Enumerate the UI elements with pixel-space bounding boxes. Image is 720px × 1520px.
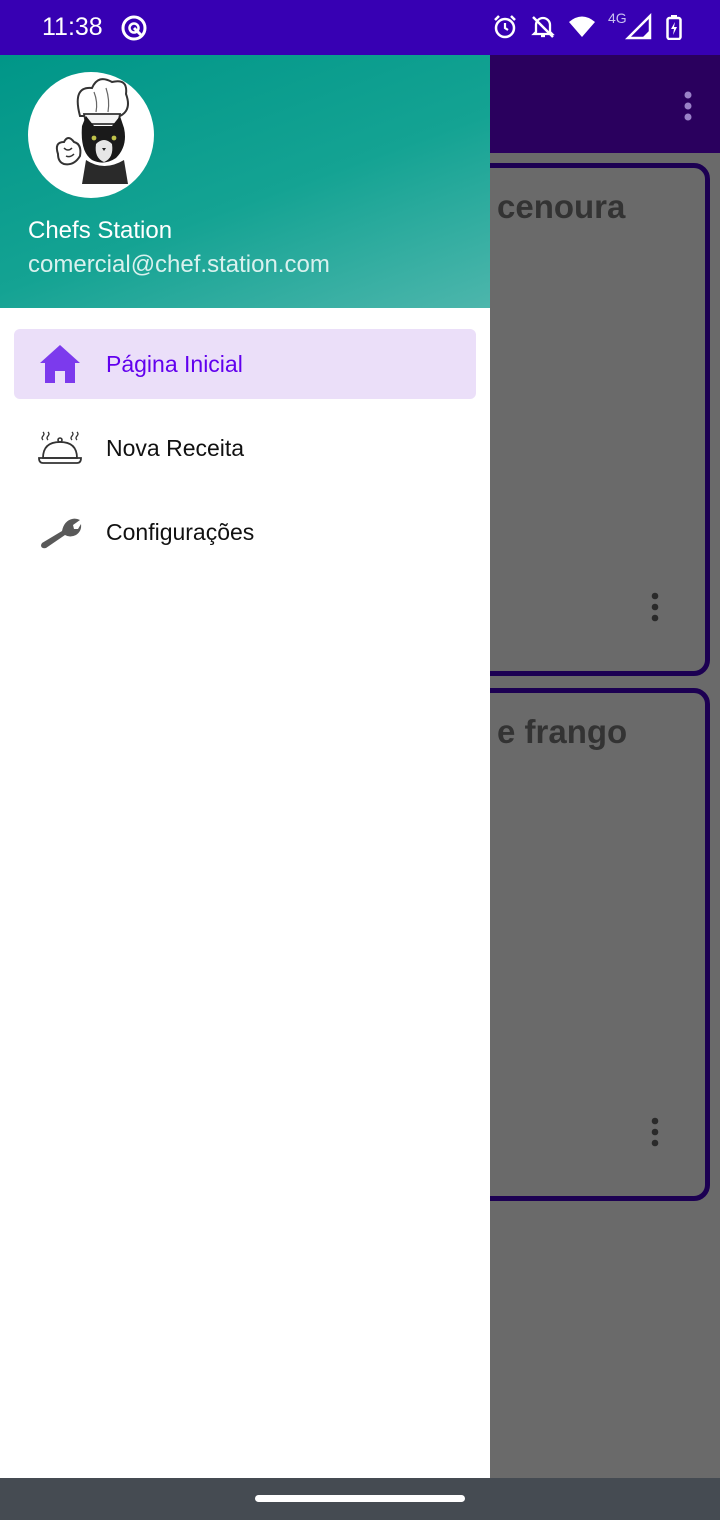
avatar xyxy=(28,72,154,198)
drawer-item-home[interactable]: Página Inicial xyxy=(14,329,476,399)
status-time: 11:38 xyxy=(42,13,103,41)
drawer-header: Chefs Station comercial@chef.station.com xyxy=(0,55,490,308)
drawer-item-settings[interactable]: Configurações xyxy=(14,497,476,567)
card-menu-icon[interactable] xyxy=(651,592,659,627)
user-name: Chefs Station xyxy=(28,217,173,244)
drawer-item-label: Configurações xyxy=(106,518,255,545)
battery-charging-icon xyxy=(666,14,682,40)
cell-signal-icon: 4G xyxy=(608,10,654,42)
recipe-card-title: cenoura xyxy=(497,188,626,225)
drawer-item-label: Nova Receita xyxy=(106,434,245,461)
system-navigation-bar xyxy=(0,1478,720,1520)
card-menu-icon[interactable] xyxy=(651,1117,659,1152)
navigation-drawer: Chefs Station comercial@chef.station.com… xyxy=(0,55,490,1478)
wrench-icon xyxy=(36,510,84,554)
status-bar: 11:38 4G xyxy=(0,0,720,55)
notifications-off-icon xyxy=(530,14,556,40)
drawer-menu: Página Inicial Nova Receita Configuraçõe… xyxy=(0,329,490,581)
app-notification-icon xyxy=(120,14,148,42)
overflow-menu-icon[interactable] xyxy=(684,91,692,126)
user-email: comercial@chef.station.com xyxy=(28,251,330,278)
home-gesture-handle[interactable] xyxy=(255,1495,465,1502)
drawer-item-label: Página Inicial xyxy=(106,350,243,377)
food-cloche-icon xyxy=(36,426,84,470)
recipe-card-title: e frango xyxy=(497,713,628,750)
alarm-icon xyxy=(492,14,518,40)
wifi-icon xyxy=(568,15,596,39)
home-icon xyxy=(36,342,84,386)
drawer-item-new-recipe[interactable]: Nova Receita xyxy=(14,413,476,483)
